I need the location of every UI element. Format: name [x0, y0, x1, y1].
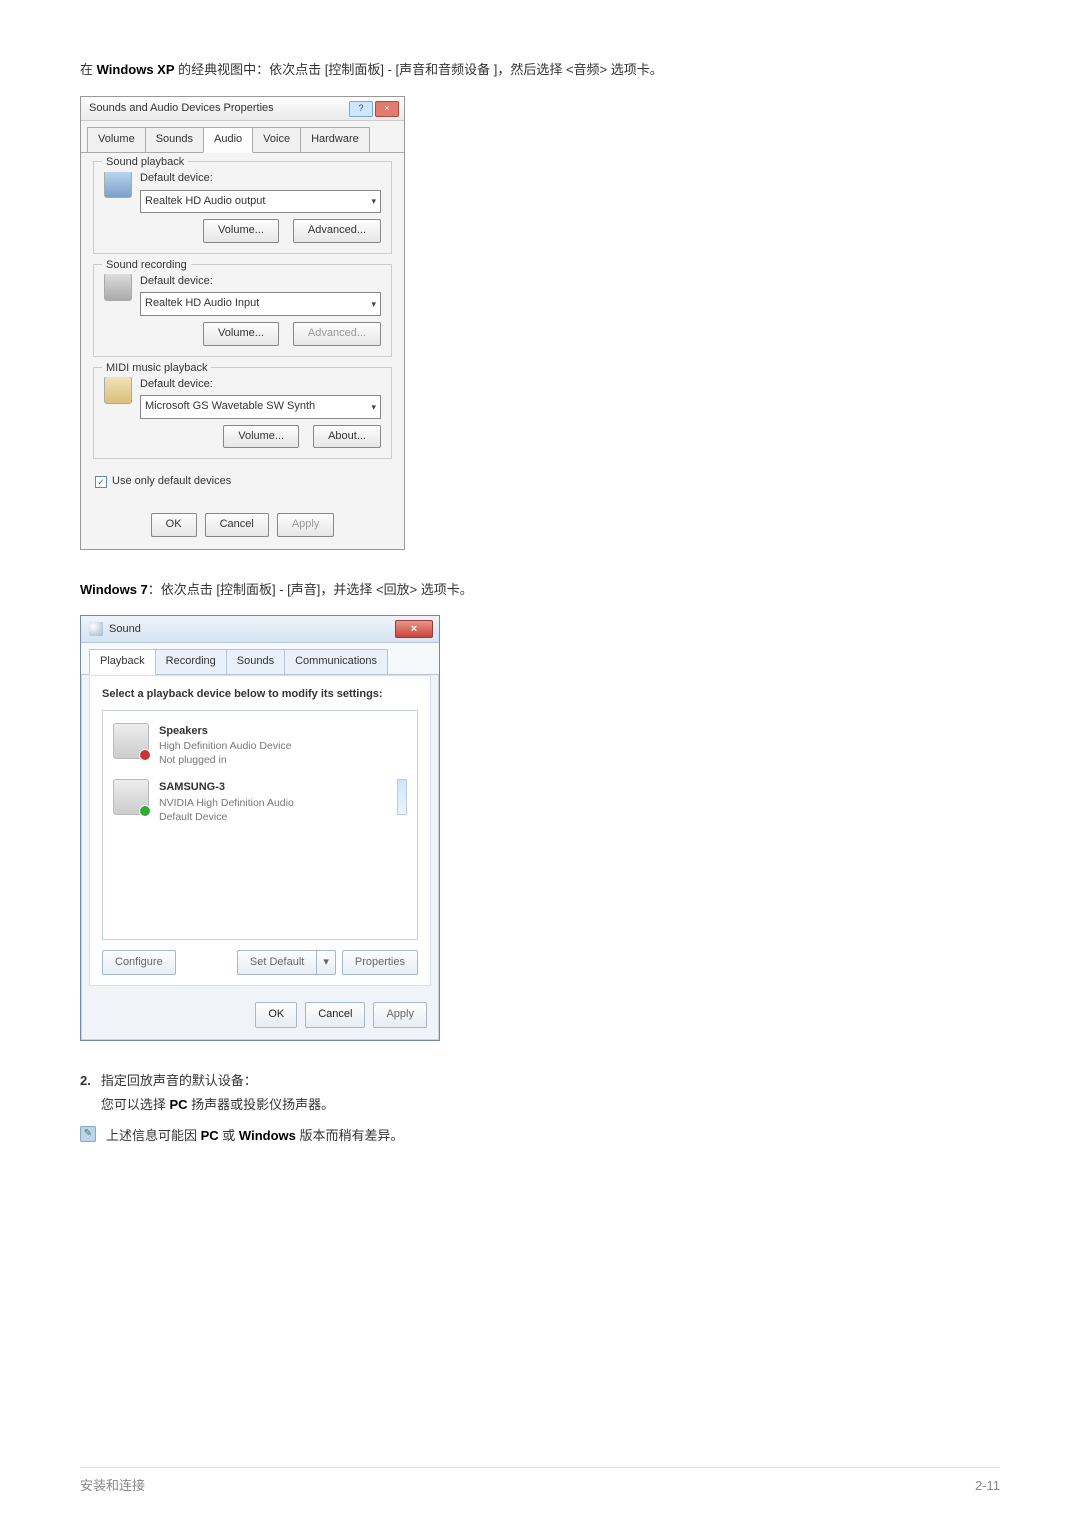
list-item[interactable]: Speakers High Definition Audio Device No… — [109, 717, 411, 774]
w7-tabs: Playback Recording Sounds Communications — [81, 643, 439, 675]
footer-right: 2-11 — [975, 1476, 1000, 1497]
device-status: Default Device — [159, 811, 294, 825]
properties-button[interactable]: Properties — [342, 950, 418, 976]
speaker-icon — [104, 170, 132, 198]
intro-w7: Windows 7：依次点击 [控制面板] - [声音]，并选择 <回放> 选项… — [80, 580, 1000, 601]
tab-volume[interactable]: Volume — [87, 127, 146, 152]
intro-xp: 在 Windows XP 的经典视图中：依次点击 [控制面板] - [声音和音频… — [80, 60, 1000, 81]
set-default-dropdown[interactable]: ▾ — [316, 950, 336, 976]
checkbox-icon: ✓ — [95, 476, 107, 488]
cancel-button[interactable]: Cancel — [205, 513, 269, 537]
speaker-icon — [113, 723, 149, 759]
xp-tabs: Volume Sounds Audio Voice Hardware — [81, 121, 404, 153]
chevron-down-icon: ▾ — [371, 400, 376, 414]
step-number: 2. — [80, 1071, 91, 1117]
sound-icon — [89, 622, 103, 636]
tab-hardware[interactable]: Hardware — [300, 127, 370, 152]
playback-label: Default device: — [140, 170, 381, 188]
xp-title: Sounds and Audio Devices Properties — [89, 100, 274, 118]
recording-volume-button[interactable]: Volume... — [203, 322, 279, 346]
device-name: SAMSUNG-3 — [159, 781, 225, 793]
ok-button[interactable]: OK — [255, 1002, 297, 1028]
status-badge — [139, 805, 151, 817]
status-badge — [139, 749, 151, 761]
w7-title: Sound — [109, 621, 141, 639]
intro-xp-bold: Windows XP — [97, 62, 175, 77]
recording-label: Default device: — [140, 273, 381, 291]
w7-device-list: Speakers High Definition Audio Device No… — [102, 710, 418, 940]
device-desc: NVIDIA High Definition Audio — [159, 797, 294, 811]
tab-sounds[interactable]: Sounds — [145, 127, 204, 152]
close-icon[interactable]: × — [395, 620, 433, 638]
w7-dialog: Sound × Playback Recording Sounds Commun… — [80, 615, 440, 1040]
chevron-down-icon: ▾ — [371, 194, 376, 208]
intro-xp-prefix: 在 — [80, 62, 97, 77]
tab-voice[interactable]: Voice — [252, 127, 301, 152]
set-default-button[interactable]: Set Default — [237, 950, 316, 976]
group-playback-title: Sound playback — [102, 154, 188, 172]
recording-value: Realtek HD Audio Input — [145, 295, 259, 313]
midi-icon — [104, 376, 132, 404]
close-icon[interactable]: × — [375, 101, 399, 117]
tab-sounds[interactable]: Sounds — [226, 649, 285, 674]
page-footer: 安装和连接 2-11 — [80, 1467, 1000, 1497]
step-line2: 您可以选择 PC 扬声器或投影仪扬声器。 — [101, 1095, 334, 1116]
intro-xp-rest: 的经典视图中：依次点击 [控制面板] - [声音和音频设备 ]，然后选择 <音频… — [175, 62, 663, 77]
recording-select[interactable]: Realtek HD Audio Input ▾ — [140, 292, 381, 316]
note: ✎ 上述信息可能因 PC 或 Windows 版本而稍有差异。 — [80, 1126, 1000, 1147]
note-text: 上述信息可能因 PC 或 Windows 版本而稍有差异。 — [106, 1126, 403, 1147]
microphone-icon — [104, 273, 132, 301]
step-line1: 指定回放声音的默认设备： — [101, 1071, 334, 1092]
device-desc: High Definition Audio Device — [159, 740, 292, 754]
w7-prompt: Select a playback device below to modify… — [102, 686, 418, 704]
group-recording-title: Sound recording — [102, 257, 191, 275]
group-recording: Sound recording Default device: Realtek … — [93, 264, 392, 357]
ok-button[interactable]: OK — [151, 513, 197, 537]
device-status: Not plugged in — [159, 754, 292, 768]
device-name: Speakers — [159, 725, 208, 737]
w7-titlebar: Sound × — [81, 616, 439, 643]
midi-value: Microsoft GS Wavetable SW Synth — [145, 398, 315, 416]
apply-button: Apply — [373, 1002, 427, 1028]
playback-advanced-button[interactable]: Advanced... — [293, 219, 381, 243]
midi-volume-button[interactable]: Volume... — [223, 425, 299, 449]
xp-dialog: Sounds and Audio Devices Properties ? × … — [80, 96, 405, 550]
playback-volume-button[interactable]: Volume... — [203, 219, 279, 243]
tab-playback[interactable]: Playback — [89, 649, 156, 675]
help-icon[interactable]: ? — [349, 101, 373, 117]
playback-select[interactable]: Realtek HD Audio output ▾ — [140, 190, 381, 214]
list-item[interactable]: SAMSUNG-3 NVIDIA High Definition Audio D… — [109, 773, 411, 830]
group-playback: Sound playback Default device: Realtek H… — [93, 161, 392, 254]
midi-select[interactable]: Microsoft GS Wavetable SW Synth ▾ — [140, 395, 381, 419]
apply-button: Apply — [277, 513, 335, 537]
group-midi-title: MIDI music playback — [102, 360, 211, 378]
step-2: 2. 指定回放声音的默认设备： 您可以选择 PC 扬声器或投影仪扬声器。 — [80, 1071, 1000, 1117]
midi-label: Default device: — [140, 376, 381, 394]
use-default-checkbox[interactable]: ✓ Use only default devices — [93, 469, 392, 495]
recording-advanced-button: Advanced... — [293, 322, 381, 346]
xp-titlebar: Sounds and Audio Devices Properties ? × — [81, 97, 404, 122]
cancel-button[interactable]: Cancel — [305, 1002, 365, 1028]
level-meter-icon — [397, 779, 407, 815]
tab-recording[interactable]: Recording — [155, 649, 227, 674]
footer-left: 安装和连接 — [80, 1476, 145, 1497]
intro-w7-bold: Windows 7 — [80, 582, 148, 597]
tab-communications[interactable]: Communications — [284, 649, 388, 674]
note-icon: ✎ — [80, 1126, 96, 1142]
intro-w7-rest: ：依次点击 [控制面板] - [声音]，并选择 <回放> 选项卡。 — [148, 582, 473, 597]
midi-about-button[interactable]: About... — [313, 425, 381, 449]
playback-value: Realtek HD Audio output — [145, 193, 265, 211]
tab-audio[interactable]: Audio — [203, 127, 253, 153]
group-midi: MIDI music playback Default device: Micr… — [93, 367, 392, 460]
monitor-icon — [113, 779, 149, 815]
use-default-label: Use only default devices — [112, 473, 231, 491]
chevron-down-icon: ▾ — [371, 297, 376, 311]
configure-button[interactable]: Configure — [102, 950, 176, 976]
